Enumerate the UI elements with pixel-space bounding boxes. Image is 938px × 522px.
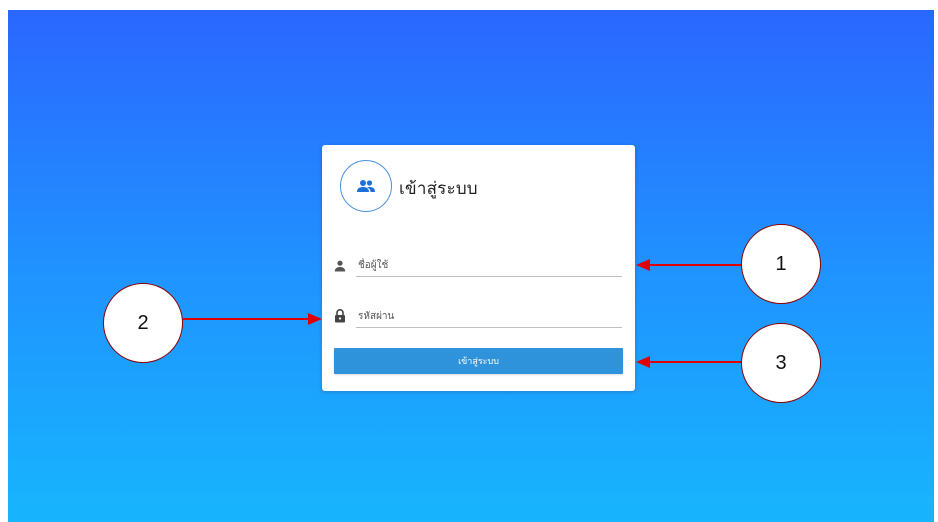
user-icon xyxy=(334,257,348,272)
username-input[interactable] xyxy=(356,255,622,277)
page: เข้าสู่ระบบ เข้าสู่ระบบ xyxy=(0,0,938,522)
users-group-icon xyxy=(340,160,392,212)
callout-3: 3 xyxy=(741,323,821,403)
callout-2: 2 xyxy=(103,283,183,363)
username-field xyxy=(334,255,622,281)
password-input[interactable] xyxy=(356,306,622,328)
login-button[interactable]: เข้าสู่ระบบ xyxy=(334,348,623,374)
password-field xyxy=(334,306,622,332)
login-card: เข้าสู่ระบบ เข้าสู่ระบบ xyxy=(322,145,635,391)
lock-icon xyxy=(334,308,348,323)
callout-1: 1 xyxy=(741,224,821,304)
login-title: เข้าสู่ระบบ xyxy=(399,179,478,199)
